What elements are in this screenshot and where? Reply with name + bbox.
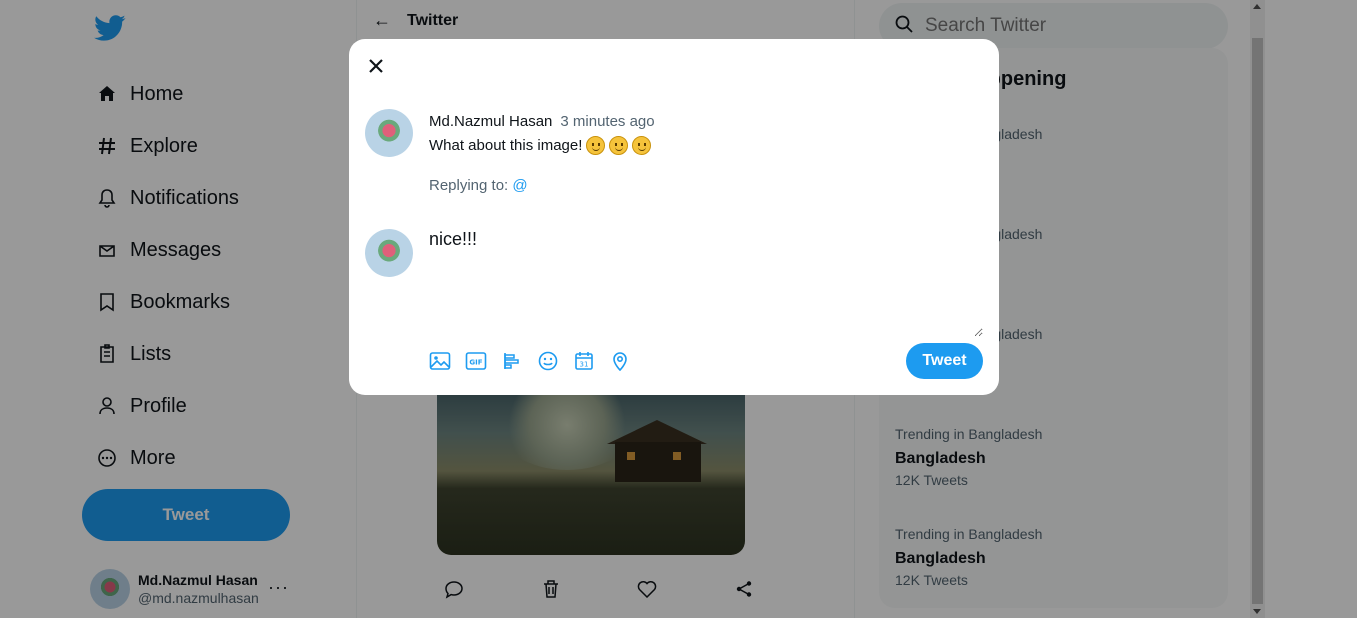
emoji-icon[interactable]	[537, 350, 559, 372]
smile-emoji-icon	[609, 136, 629, 155]
replying-to: Replying to: @	[429, 177, 528, 194]
avatar	[365, 229, 413, 277]
reply-textarea[interactable]: nice!!!	[429, 229, 983, 337]
smile-emoji-icon	[632, 136, 652, 155]
poll-icon[interactable]	[501, 350, 523, 372]
svg-text:31: 31	[580, 361, 589, 369]
schedule-icon[interactable]: 31	[573, 350, 595, 372]
tweet-timestamp: 3 minutes ago	[560, 113, 655, 130]
reply-tweet-button[interactable]: Tweet	[906, 343, 983, 379]
reply-modal: Md.Nazmul Hasan 3 minutes ago What about…	[349, 39, 999, 395]
svg-text:GIF: GIF	[469, 359, 482, 367]
author-name: Md.Nazmul Hasan	[429, 113, 553, 130]
close-icon[interactable]	[365, 55, 387, 77]
image-icon[interactable]	[429, 350, 451, 372]
location-icon[interactable]	[609, 350, 631, 372]
replying-to-handle[interactable]: @	[512, 177, 527, 194]
gif-icon[interactable]: GIF	[465, 350, 487, 372]
original-tweet-header: Md.Nazmul Hasan 3 minutes ago	[429, 113, 655, 130]
original-tweet-text: What about this image!	[429, 136, 652, 155]
smile-emoji-icon	[586, 136, 606, 155]
avatar	[365, 109, 413, 157]
composer-toolbar: GIF 31	[429, 350, 631, 372]
